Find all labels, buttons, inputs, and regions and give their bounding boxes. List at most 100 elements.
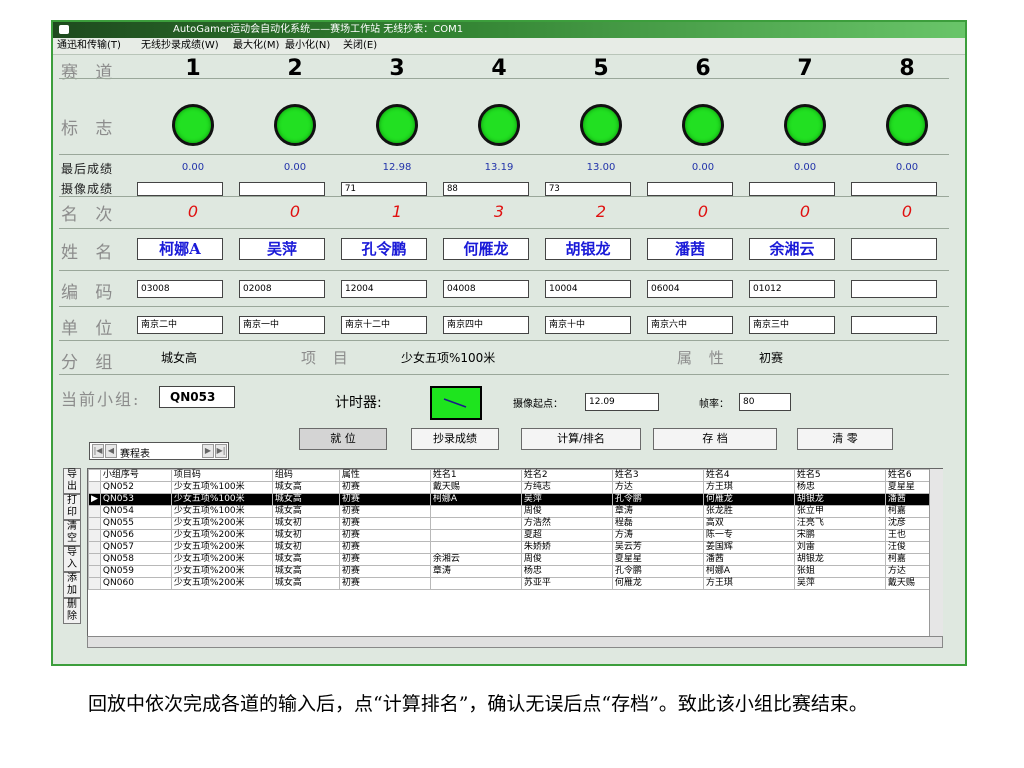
menu-comm[interactable]: 通迅和传输(T) <box>57 38 121 54</box>
schedule-table[interactable]: 小组序号 项目码 组码 属性 姓名1 姓名2 姓名3 姓名4 姓名5 姓名6 Q… <box>87 468 943 638</box>
row-indicator[interactable] <box>88 565 101 578</box>
table-row[interactable]: QN052 少女五项%100米 城女高 初赛 戴天赐 方纯志 方达 方王琪 杨忠 夏星星 <box>88 481 942 494</box>
athlete-code-field[interactable] <box>851 280 937 298</box>
clear-button[interactable]: 清 零 <box>797 428 893 450</box>
row-indicator[interactable] <box>88 553 101 566</box>
table-horizontal-scrollbar[interactable] <box>87 636 943 648</box>
athlete-name-field[interactable]: 余湘云 <box>749 238 835 260</box>
athlete-name-field[interactable] <box>851 238 937 260</box>
table-cell[interactable]: 城女初 <box>271 517 340 530</box>
menu-minimize[interactable]: 最小化(N) <box>285 38 330 54</box>
table-cell[interactable]: QN053 <box>99 493 172 506</box>
frame-rate-field[interactable]: 80 <box>739 393 791 411</box>
table-cell[interactable]: 城女高 <box>271 565 340 578</box>
table-cell[interactable]: 苏亚平 <box>520 577 613 590</box>
table-cell[interactable]: 方涛 <box>611 529 704 542</box>
table-cell[interactable]: 少女五项%100米 <box>170 481 273 494</box>
table-cell[interactable]: 陈一专 <box>702 529 795 542</box>
ready-button[interactable]: 就 位 <box>299 428 387 450</box>
row-indicator[interactable] <box>88 505 101 518</box>
record-score-button[interactable]: 抄录成绩 <box>411 428 499 450</box>
table-cell[interactable]: 何雁龙 <box>611 577 704 590</box>
table-cell[interactable]: 周俊 <box>520 553 613 566</box>
table-cell[interactable]: 初赛 <box>338 517 431 530</box>
first-record-button[interactable]: |◀ <box>92 444 104 458</box>
table-row[interactable]: QN056 少女五项%200米 城女初 初赛 夏超 方涛 陈一专 宋鹏 王也 <box>88 529 942 542</box>
athlete-unit-field[interactable]: 南京十中 <box>545 316 631 334</box>
table-cell[interactable]: 夏超 <box>520 529 613 542</box>
camera-score-input[interactable]: 73 <box>545 182 631 196</box>
table-cell[interactable]: 少女五项%200米 <box>170 577 273 590</box>
camera-score-input[interactable]: 88 <box>443 182 529 196</box>
table-cell[interactable]: QN060 <box>99 577 172 590</box>
athlete-unit-field[interactable]: 南京三中 <box>749 316 835 334</box>
table-cell[interactable] <box>429 505 522 518</box>
table-cell[interactable]: 章涛 <box>611 505 704 518</box>
table-row[interactable]: QN054 少女五项%100米 城女高 初赛 周俊 章涛 张龙胜 张立甲 柯嘉 <box>88 505 942 518</box>
table-cell[interactable]: 方纯志 <box>520 481 613 494</box>
menu-wireless-record[interactable]: 无线抄录成绩(W) <box>141 38 219 54</box>
table-cell[interactable]: 胡银龙 <box>793 493 886 506</box>
table-cell[interactable]: 柯娜A <box>429 493 522 506</box>
camera-score-input[interactable] <box>239 182 325 196</box>
camera-score-input[interactable] <box>749 182 835 196</box>
table-cell[interactable] <box>429 577 522 590</box>
table-cell[interactable]: 周俊 <box>520 505 613 518</box>
table-cell[interactable]: 方达 <box>611 481 704 494</box>
table-cell[interactable]: 汪亮飞 <box>793 517 886 530</box>
row-indicator[interactable] <box>88 541 101 554</box>
current-group-field[interactable]: QN053 <box>159 386 235 408</box>
column-header[interactable]: 属性 <box>338 469 431 482</box>
table-cell[interactable]: 方王琪 <box>702 577 795 590</box>
table-cell[interactable]: 初赛 <box>338 529 431 542</box>
print-button[interactable]: 打印 <box>63 494 81 520</box>
table-cell[interactable]: QN054 <box>99 505 172 518</box>
table-cell[interactable]: 城女高 <box>271 493 340 506</box>
table-row[interactable]: QN058 少女五项%200米 城女高 初赛 余湘云 周俊 夏星星 潘茜 胡银龙 柯嘉 <box>88 553 942 566</box>
table-cell[interactable]: 少女五项%200米 <box>170 553 273 566</box>
table-cell[interactable]: 城女初 <box>271 541 340 554</box>
camera-score-input[interactable] <box>647 182 733 196</box>
table-cell[interactable]: QN052 <box>99 481 172 494</box>
current-row-arrow-icon[interactable]: ▶ <box>88 493 101 506</box>
athlete-name-field[interactable]: 潘茜 <box>647 238 733 260</box>
next-record-button[interactable]: ▶ <box>202 444 214 458</box>
table-cell[interactable]: 张立甲 <box>793 505 886 518</box>
athlete-code-field[interactable]: 06004 <box>647 280 733 298</box>
table-cell[interactable]: 初赛 <box>338 553 431 566</box>
menu-close[interactable]: 关闭(E) <box>343 38 377 54</box>
athlete-name-field[interactable]: 柯娜A <box>137 238 223 260</box>
window-icon[interactable] <box>59 25 69 34</box>
menu-maximize[interactable]: 最大化(M) <box>233 38 279 54</box>
table-cell[interactable]: 初赛 <box>338 481 431 494</box>
table-cell[interactable]: 少女五项%200米 <box>170 517 273 530</box>
table-cell[interactable]: 初赛 <box>338 541 431 554</box>
table-cell[interactable]: 少女五项%100米 <box>170 505 273 518</box>
table-cell[interactable]: 城女初 <box>271 529 340 542</box>
table-cell[interactable]: 高双 <box>702 517 795 530</box>
athlete-name-field[interactable]: 孔令鹏 <box>341 238 427 260</box>
table-cell[interactable]: 余湘云 <box>429 553 522 566</box>
table-row[interactable]: QN059 少女五项%200米 城女高 初赛 章涛 杨忠 孔令鹏 柯娜A 张姐 方达 <box>88 565 942 578</box>
table-cell[interactable]: 少女五项%200米 <box>170 529 273 542</box>
table-cell[interactable]: QN058 <box>99 553 172 566</box>
athlete-unit-field[interactable]: 南京四中 <box>443 316 529 334</box>
column-header[interactable]: 姓名3 <box>611 469 704 482</box>
table-row[interactable]: QN060 少女五项%200米 城女高 初赛 苏亚平 何雁龙 方王琪 吴萍 戴天赐 <box>88 577 942 590</box>
athlete-unit-field[interactable]: 南京二中 <box>137 316 223 334</box>
clear-table-button[interactable]: 清空 <box>63 520 81 546</box>
athlete-unit-field[interactable]: 南京一中 <box>239 316 325 334</box>
table-cell[interactable]: 初赛 <box>338 505 431 518</box>
column-header[interactable]: 小组序号 <box>99 469 172 482</box>
table-cell[interactable]: 张龙胜 <box>702 505 795 518</box>
table-cell[interactable]: 孔令鹏 <box>611 493 704 506</box>
table-cell[interactable]: QN057 <box>99 541 172 554</box>
athlete-code-field[interactable]: 04008 <box>443 280 529 298</box>
table-cell[interactable]: 城女高 <box>271 553 340 566</box>
table-row[interactable]: QN057 少女五项%200米 城女初 初赛 朱娇娇 吴云芳 姜国辉 刘雷 汪俊 <box>88 541 942 554</box>
table-cell[interactable]: 戴天赐 <box>429 481 522 494</box>
athlete-code-field[interactable]: 10004 <box>545 280 631 298</box>
table-cell[interactable]: 章涛 <box>429 565 522 578</box>
table-cell[interactable]: 少女五项%200米 <box>170 541 273 554</box>
table-cell[interactable]: 初赛 <box>338 493 431 506</box>
